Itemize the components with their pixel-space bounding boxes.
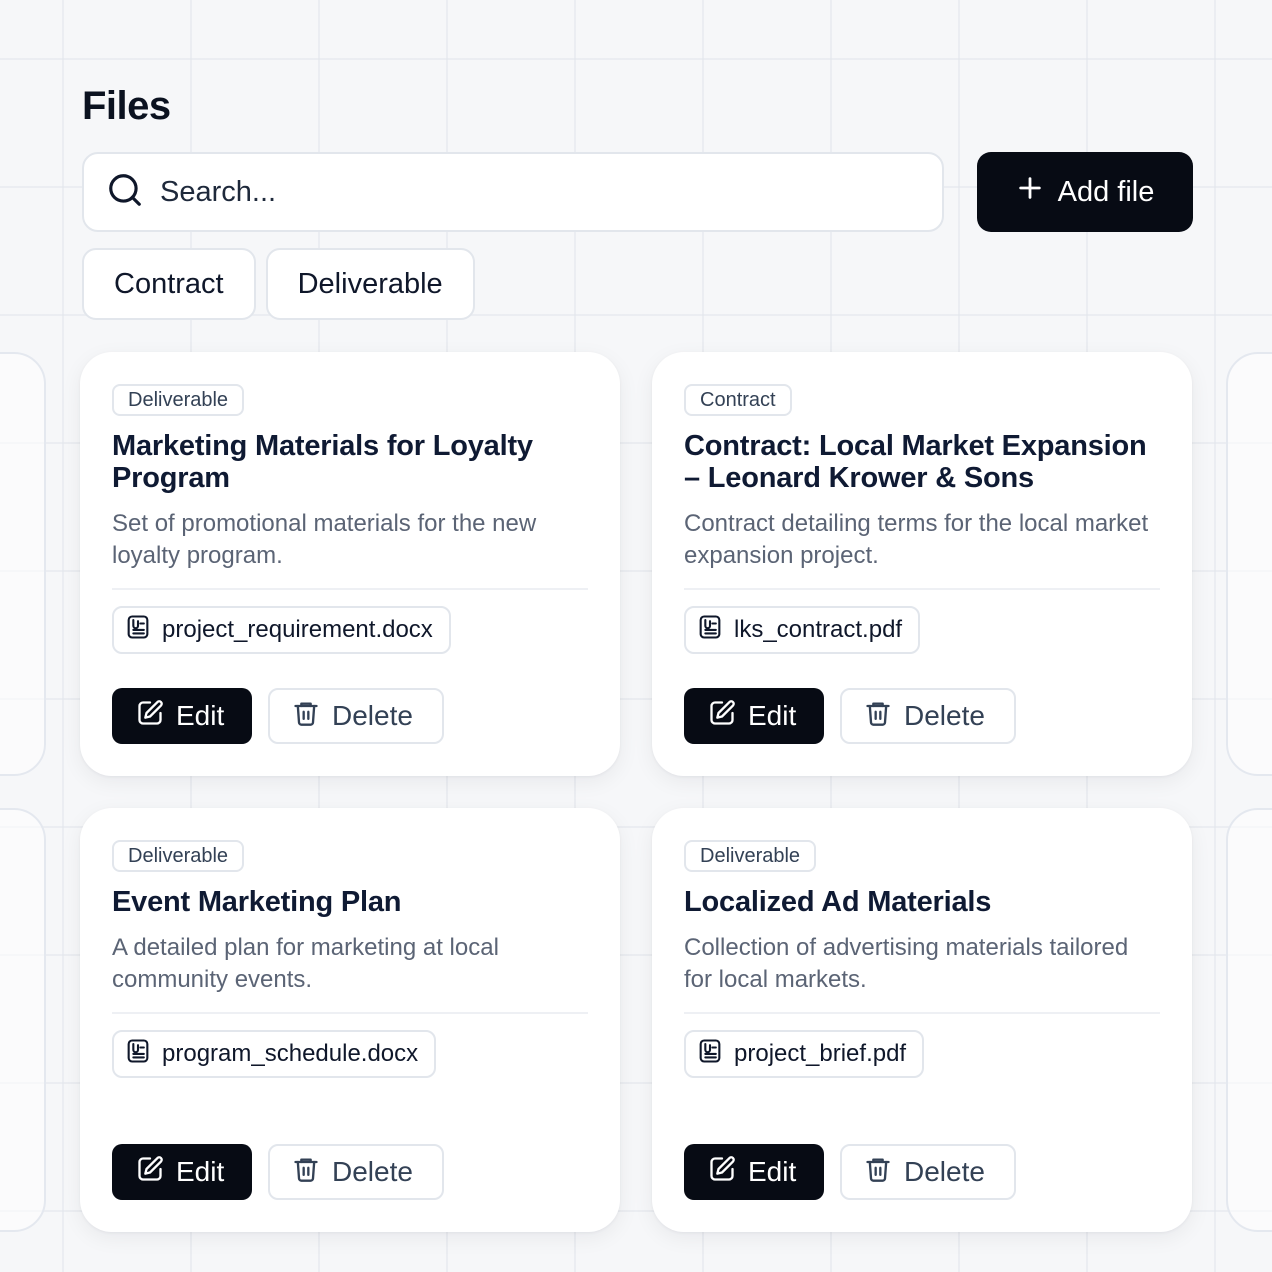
edit-icon bbox=[708, 1155, 736, 1190]
category-badge: Deliverable bbox=[684, 840, 817, 872]
file-title: Contract: Local Market Expansion – Leona… bbox=[684, 430, 1147, 494]
file-icon bbox=[696, 613, 724, 648]
file-icon bbox=[124, 1037, 152, 1072]
edit-label: Edit bbox=[176, 700, 225, 731]
delete-label: Delete bbox=[904, 700, 985, 731]
search-icon bbox=[106, 171, 144, 214]
file-description: Collection of advertising materials tail… bbox=[684, 932, 1160, 1014]
delete-button[interactable]: Delete bbox=[268, 1144, 444, 1200]
file-description: Set of promotional materials for the new… bbox=[112, 508, 588, 590]
file-icon bbox=[124, 613, 152, 648]
offscreen-card bbox=[1226, 808, 1272, 1232]
file-card: Deliverable Localized Ad Materials Colle… bbox=[652, 808, 1192, 1232]
search-bar[interactable] bbox=[82, 152, 944, 232]
category-badge: Deliverable bbox=[112, 840, 245, 872]
edit-button[interactable]: Edit bbox=[112, 1144, 252, 1200]
file-attachment[interactable]: program_schedule.docx bbox=[112, 1030, 437, 1078]
filter-contract[interactable]: Contract bbox=[82, 248, 256, 320]
offscreen-card bbox=[1226, 352, 1272, 776]
filter-bar: Contract Deliverable bbox=[82, 248, 475, 320]
edit-label: Edit bbox=[748, 700, 797, 731]
add-file-label: Add file bbox=[1057, 175, 1155, 208]
file-name: program_schedule.docx bbox=[162, 1040, 419, 1067]
file-name: project_brief.pdf bbox=[734, 1040, 907, 1067]
file-card: Deliverable Event Marketing Plan A detai… bbox=[80, 808, 620, 1232]
file-title: Marketing Materials for Loyalty Program bbox=[112, 430, 533, 494]
plus-icon bbox=[1016, 174, 1044, 210]
page-title: Files bbox=[82, 84, 171, 128]
file-name: lks_contract.pdf bbox=[734, 616, 903, 643]
add-file-button[interactable]: Add file bbox=[977, 152, 1193, 232]
search-input[interactable] bbox=[160, 175, 920, 209]
edit-label: Edit bbox=[176, 1156, 225, 1187]
file-card: Deliverable Marketing Materials for Loya… bbox=[80, 352, 620, 776]
edit-label: Edit bbox=[748, 1156, 797, 1187]
trash-icon bbox=[864, 699, 892, 734]
category-badge: Deliverable bbox=[112, 384, 245, 416]
category-badge: Contract bbox=[684, 384, 792, 416]
offscreen-card bbox=[0, 352, 46, 776]
edit-icon bbox=[136, 1155, 164, 1190]
file-attachment[interactable]: project_brief.pdf bbox=[684, 1030, 925, 1078]
edit-button[interactable]: Edit bbox=[684, 688, 824, 744]
file-title: Localized Ad Materials bbox=[684, 886, 992, 918]
delete-button[interactable]: Delete bbox=[268, 688, 444, 744]
delete-button[interactable]: Delete bbox=[840, 1144, 1016, 1200]
trash-icon bbox=[292, 1155, 320, 1190]
file-attachment[interactable]: project_requirement.docx bbox=[112, 606, 451, 654]
edit-button[interactable]: Edit bbox=[112, 688, 252, 744]
delete-label: Delete bbox=[332, 700, 413, 731]
offscreen-card bbox=[0, 808, 46, 1232]
filter-deliverable[interactable]: Deliverable bbox=[265, 248, 475, 320]
file-description: A detailed plan for marketing at local c… bbox=[112, 932, 588, 1014]
file-card: Contract Contract: Local Market Expansio… bbox=[652, 352, 1192, 776]
file-description: Contract detailing terms for the local m… bbox=[684, 508, 1160, 590]
delete-label: Delete bbox=[332, 1156, 413, 1187]
edit-icon bbox=[136, 699, 164, 734]
file-name: project_requirement.docx bbox=[162, 616, 433, 643]
trash-icon bbox=[864, 1155, 892, 1190]
file-attachment[interactable]: lks_contract.pdf bbox=[684, 606, 921, 654]
file-icon bbox=[696, 1037, 724, 1072]
file-title: Event Marketing Plan bbox=[112, 886, 402, 918]
delete-label: Delete bbox=[904, 1156, 985, 1187]
delete-button[interactable]: Delete bbox=[840, 688, 1016, 744]
trash-icon bbox=[292, 699, 320, 734]
edit-button[interactable]: Edit bbox=[684, 1144, 824, 1200]
edit-icon bbox=[708, 699, 736, 734]
